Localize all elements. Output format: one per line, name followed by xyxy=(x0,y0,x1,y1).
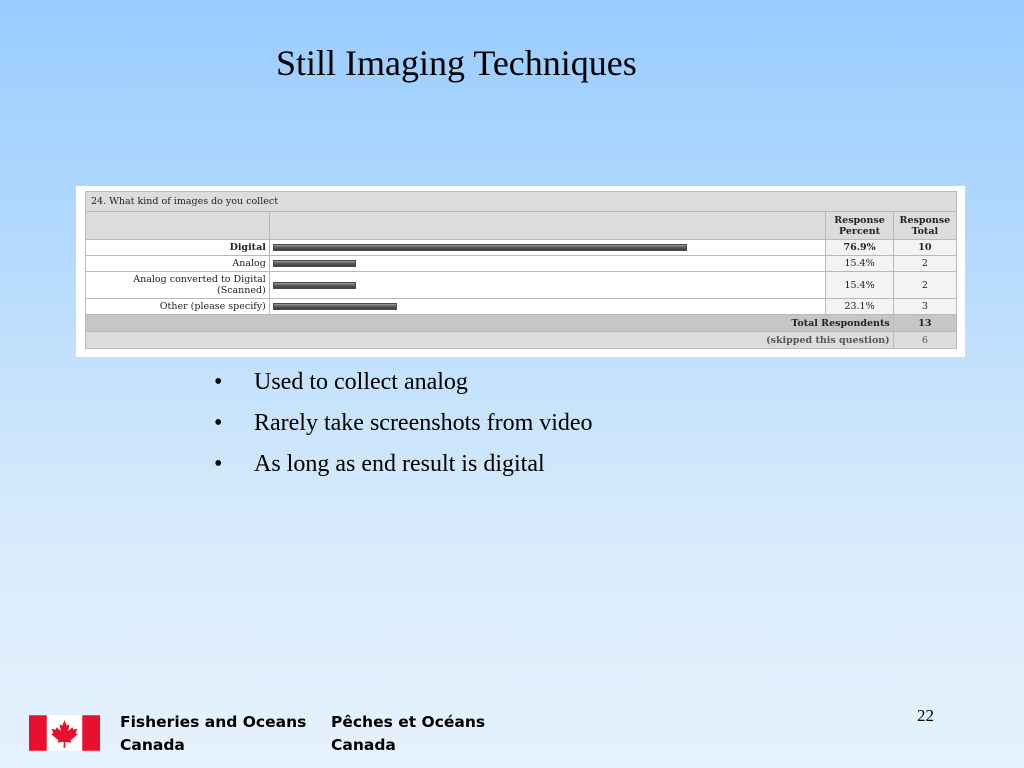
row-label: Analog converted to Digital (Scanned) xyxy=(85,271,270,299)
row-percent: 15.4% xyxy=(825,255,894,272)
row-percent: 23.1% xyxy=(825,298,894,315)
bullet-dot-icon: • xyxy=(214,369,223,395)
row-percent: 15.4% xyxy=(825,271,894,299)
table-row: Other (please specify) 23.1% 3 xyxy=(85,298,958,315)
header-bar-cell xyxy=(268,211,827,240)
row-total: 2 xyxy=(892,271,958,299)
row-percent: 76.9% xyxy=(825,239,894,256)
survey-table: 24. What kind of images do you collect R… xyxy=(85,191,958,349)
slide: { "slide": { "title": "Still Imaging Tec… xyxy=(0,0,1024,768)
row-total: 2 xyxy=(892,255,958,272)
bullet-text: Rarely take screenshots from video xyxy=(254,410,593,436)
percent-bar xyxy=(272,303,398,310)
header-blank-cell xyxy=(85,211,270,240)
total-respondents-label: Total Respondents xyxy=(85,314,894,332)
header-response-total: Response Total xyxy=(892,211,958,240)
footer-english-name: Fisheries and Oceans Canada xyxy=(120,711,306,757)
bar-cell xyxy=(268,298,827,315)
total-respondents-row: Total Respondents 13 xyxy=(85,314,958,332)
total-respondents-value: 13 xyxy=(892,314,958,332)
footer-english-line2: Canada xyxy=(120,736,185,754)
bullet-text: Used to collect analog xyxy=(254,369,468,395)
bullet-dot-icon: • xyxy=(214,410,223,436)
header-row: Response Percent Response Total xyxy=(85,211,958,240)
slide-title: Still Imaging Techniques xyxy=(276,43,637,83)
footer-english-line1: Fisheries and Oceans xyxy=(120,713,307,731)
bullet-item: • As long as end result is digital xyxy=(214,444,593,485)
page-number: 22 xyxy=(917,706,934,725)
bar-cell xyxy=(268,271,827,299)
flag-right-band xyxy=(82,715,100,751)
skipped-value: 6 xyxy=(892,331,958,349)
bullet-dot-icon: • xyxy=(214,451,223,477)
bullet-item: • Used to collect analog xyxy=(214,362,593,403)
canada-flag-icon xyxy=(29,715,100,751)
row-total: 10 xyxy=(892,239,958,256)
footer-french-line1: Pêches et Océans xyxy=(331,713,486,731)
row-label: Analog xyxy=(85,255,270,272)
row-total: 3 xyxy=(892,298,958,315)
skipped-label: (skipped this question) xyxy=(85,331,894,349)
bullet-list: • Used to collect analog • Rarely take scr… xyxy=(214,362,593,485)
percent-bar xyxy=(272,281,356,289)
survey-table-panel: 24. What kind of images do you collect R… xyxy=(76,186,965,357)
question-row: 24. What kind of images do you collect xyxy=(85,191,957,212)
flag-left-band xyxy=(29,715,47,751)
row-label: Digital xyxy=(85,239,270,256)
bar-cell xyxy=(268,255,827,272)
header-response-percent: Response Percent xyxy=(825,211,894,240)
percent-bar xyxy=(272,244,687,251)
percent-bar xyxy=(272,260,356,267)
footer-french-name: Pêches et Océans Canada xyxy=(331,711,485,757)
footer-french-line2: Canada xyxy=(331,736,396,754)
question-text: 24. What kind of images do you collect xyxy=(85,191,957,212)
bar-cell xyxy=(268,239,827,256)
table-row: Analog converted to Digital (Scanned) 15… xyxy=(85,271,958,299)
table-row: Digital 76.9% 10 xyxy=(85,239,958,256)
bullet-item: • Rarely take screenshots from video xyxy=(214,403,593,444)
skipped-row: (skipped this question) 6 xyxy=(85,331,958,349)
row-label: Other (please specify) xyxy=(85,298,270,315)
bullet-text: As long as end result is digital xyxy=(254,451,545,477)
table-row: Analog 15.4% 2 xyxy=(85,255,958,272)
